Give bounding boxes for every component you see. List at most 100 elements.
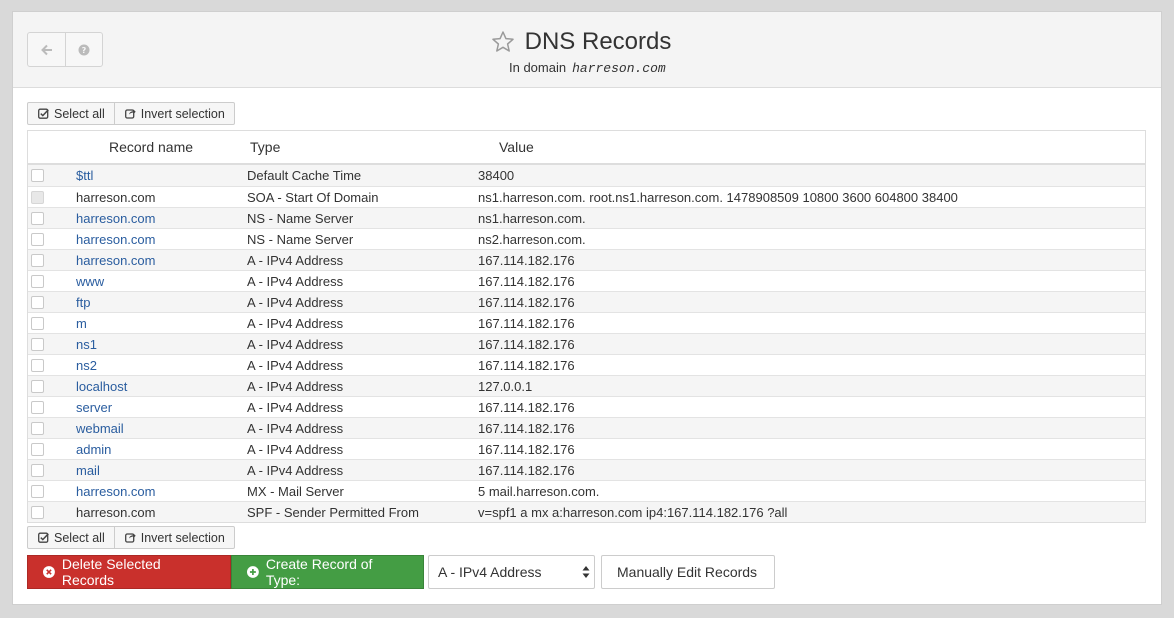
record-name-link[interactable]: ns1 [76, 337, 247, 352]
table-row: www A - IPv4 Address 167.114.182.176 [28, 270, 1145, 291]
record-value: 167.114.182.176 [478, 273, 575, 289]
row-checkbox[interactable] [31, 211, 44, 225]
record-value: v=spf1 a mx a:harreson.com ip4:167.114.1… [478, 504, 788, 520]
record-type: A - IPv4 Address [247, 378, 344, 394]
create-record-button[interactable]: Create Record of Type: [231, 555, 424, 589]
record-type: A - IPv4 Address [247, 357, 344, 373]
page-subtitle: In domain harreson.com [509, 60, 666, 76]
selection-button-group-top: Select all Invert selection [27, 102, 235, 125]
manually-edit-records-button[interactable]: Manually Edit Records [601, 555, 775, 589]
row-checkbox [31, 190, 44, 204]
record-value: ns2.harreson.com. [478, 231, 586, 247]
record-name-link[interactable]: ftp [76, 295, 247, 310]
record-name-link[interactable]: harreson.com [76, 253, 247, 268]
record-type-selected: A - IPv4 Address [438, 564, 542, 580]
invert-selection-button[interactable]: Invert selection [113, 527, 234, 548]
row-checkbox[interactable] [31, 253, 44, 267]
invert-selection-label: Invert selection [140, 530, 225, 545]
record-type: A - IPv4 Address [247, 462, 344, 478]
record-name-link[interactable]: ns2 [76, 358, 247, 373]
record-name: harreson.com [76, 504, 156, 520]
row-checkbox[interactable] [31, 400, 44, 414]
record-value: 167.114.182.176 [478, 315, 575, 331]
invert-selection-button[interactable]: Invert selection [113, 103, 234, 124]
table-row: server A - IPv4 Address 167.114.182.176 [28, 396, 1145, 417]
row-checkbox-cell [28, 211, 76, 225]
row-checkbox[interactable] [31, 232, 44, 246]
row-checkbox-cell [28, 379, 76, 393]
dns-records-table: Record name Type Value $ttl Default Cache… [27, 130, 1146, 523]
record-name-link[interactable]: harreson.com [76, 211, 247, 226]
record-type: A - IPv4 Address [247, 252, 344, 268]
record-value: 167.114.182.176 [478, 357, 575, 373]
table-row: harreson.com NS - Name Server ns1.harreson… [28, 207, 1145, 228]
action-bar: Delete Selected Records Create Record of… [27, 555, 775, 589]
table-row: mA - IPv4 Address 167.114.182.176 [28, 312, 1145, 333]
record-type: Default Cache Time [247, 168, 362, 183]
record-value: 127.0.0.1 [478, 378, 533, 394]
row-checkbox[interactable] [31, 379, 44, 393]
row-checkbox[interactable] [31, 169, 44, 182]
row-checkbox-cell [28, 316, 76, 330]
record-type: MX - Mail Server [247, 483, 344, 499]
column-header-value[interactable]: Value [478, 139, 1145, 155]
times-circle-icon [43, 566, 55, 578]
record-name-link[interactable]: admin [76, 442, 247, 457]
row-checkbox-cell [28, 400, 76, 414]
record-name-link[interactable]: harreson.com [76, 232, 247, 247]
column-header-record-name[interactable]: Record name [76, 139, 247, 155]
row-checkbox-cell [28, 505, 76, 519]
table-row: ftp A - IPv4 Address 167.114.182.176 [28, 291, 1145, 312]
record-name-link[interactable]: webmail [76, 421, 247, 436]
table-row: harreson.com NS - Name Server ns2.harreson… [28, 228, 1145, 249]
record-type: A - IPv4 Address [247, 420, 344, 436]
table-row: harreson.com A - IPv4 Address 167.114.182.… [28, 249, 1145, 270]
record-name-link[interactable]: www [76, 274, 247, 289]
row-checkbox[interactable] [31, 295, 44, 309]
record-type: SOA - Start Of Domain [247, 189, 379, 205]
record-type-select[interactable]: A - IPv4 Address [428, 555, 595, 589]
row-checkbox-cell [28, 421, 76, 435]
check-square-icon [38, 108, 49, 119]
table-row: harreson.com SPF - Sender Permitted From v… [28, 501, 1145, 522]
table-row: harreson.com MX - Mail Server 5 mail.harre… [28, 480, 1145, 501]
table-body: $ttl Default Cache Time 38400 harreson.com S… [28, 165, 1145, 522]
delete-selected-records-button[interactable]: Delete Selected Records [27, 555, 231, 589]
domain-name: harreson.com [572, 61, 666, 76]
record-name-link[interactable]: $ttl [76, 168, 247, 183]
record-value: 167.114.182.176 [478, 441, 575, 457]
row-checkbox-cell [28, 253, 76, 267]
row-checkbox-cell [28, 463, 76, 477]
column-header-type[interactable]: Type [247, 139, 478, 155]
record-name-link[interactable]: mail [76, 463, 247, 478]
record-name-link[interactable]: localhost [76, 379, 247, 394]
row-checkbox[interactable] [31, 274, 44, 288]
row-checkbox[interactable] [31, 421, 44, 435]
row-checkbox[interactable] [31, 316, 44, 330]
select-all-button[interactable]: Select all [28, 103, 114, 124]
record-type: A - IPv4 Address [247, 441, 344, 457]
record-name-link[interactable]: harreson.com [76, 484, 247, 499]
record-name-link[interactable]: m [76, 316, 247, 331]
record-value: 167.114.182.176 [478, 462, 575, 478]
row-checkbox[interactable] [31, 442, 44, 456]
star-outline-icon[interactable] [491, 30, 515, 54]
table-row: ns2 A - IPv4 Address 167.114.182.176 [28, 354, 1145, 375]
row-checkbox[interactable] [31, 337, 44, 351]
row-checkbox[interactable] [31, 484, 44, 498]
row-checkbox[interactable] [31, 505, 44, 519]
record-type: A - IPv4 Address [247, 336, 344, 352]
row-checkbox-cell [28, 232, 76, 246]
table-row: admin A - IPv4 Address 167.114.182.176 [28, 438, 1145, 459]
record-value: 38400 [478, 168, 515, 183]
row-checkbox-cell [28, 295, 76, 309]
record-value: 167.114.182.176 [478, 294, 575, 310]
row-checkbox[interactable] [31, 358, 44, 372]
record-type: A - IPv4 Address [247, 399, 344, 415]
table-row: localhost A - IPv4 Address 127.0.0.1 [28, 375, 1145, 396]
row-checkbox[interactable] [31, 463, 44, 477]
record-name-link[interactable]: server [76, 400, 247, 415]
row-checkbox-cell [28, 358, 76, 372]
row-checkbox-cell [28, 484, 76, 498]
select-all-button[interactable]: Select all [28, 527, 114, 548]
